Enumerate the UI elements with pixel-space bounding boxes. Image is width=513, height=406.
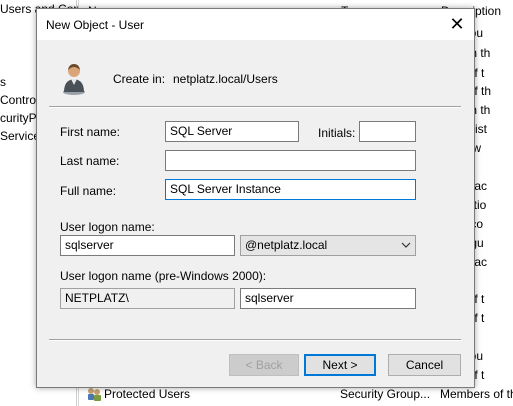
domain-select-value: @netplatz.local xyxy=(245,238,328,252)
pre2000-domain-field: NETPLATZ\ xyxy=(60,288,235,309)
logon-name-field[interactable]: sqlserver xyxy=(60,235,235,256)
title-bar[interactable]: New Object - User ✕ xyxy=(37,9,474,40)
full-name-label: Full name: xyxy=(60,184,117,198)
dialog-title: New Object - User xyxy=(46,18,145,32)
back-button[interactable]: < Back xyxy=(229,354,299,376)
separator xyxy=(49,339,461,341)
user-icon xyxy=(63,64,85,95)
last-name-label: Last name: xyxy=(60,154,120,168)
close-button[interactable]: ✕ xyxy=(445,13,469,35)
initials-label: Initials: xyxy=(318,126,356,140)
separator xyxy=(49,106,461,108)
new-user-dialog: New Object - User ✕ Create in: netplatz.… xyxy=(36,8,475,388)
close-icon: ✕ xyxy=(449,14,465,34)
cancel-button[interactable]: Cancel xyxy=(388,354,461,376)
tree-item[interactable]: s xyxy=(0,75,6,89)
logon-name-label: User logon name: xyxy=(60,220,155,234)
tree-item[interactable]: Service xyxy=(0,129,40,143)
pre2000-logon-field[interactable]: sqlserver xyxy=(240,288,416,309)
chevron-down-icon xyxy=(401,242,411,248)
create-in-path: netplatz.local/Users xyxy=(173,72,278,86)
last-name-field[interactable] xyxy=(165,150,416,171)
first-name-field[interactable]: SQL Server xyxy=(165,121,299,142)
pre2000-label: User logon name (pre-Windows 2000): xyxy=(60,269,267,283)
row-type: Security Group... xyxy=(340,387,431,401)
initials-field[interactable] xyxy=(359,121,416,142)
next-button[interactable]: Next > xyxy=(304,354,376,376)
domain-select[interactable]: @netplatz.local xyxy=(240,235,416,256)
group-icon xyxy=(88,388,101,401)
row-name: Protected Users xyxy=(104,387,191,401)
row-description: Members of th xyxy=(440,387,513,401)
full-name-field[interactable]: SQL Server Instance xyxy=(165,179,416,200)
tree-item[interactable]: curityPr xyxy=(0,111,41,125)
first-name-label: First name: xyxy=(60,125,121,139)
create-in-label: Create in: xyxy=(113,72,166,86)
